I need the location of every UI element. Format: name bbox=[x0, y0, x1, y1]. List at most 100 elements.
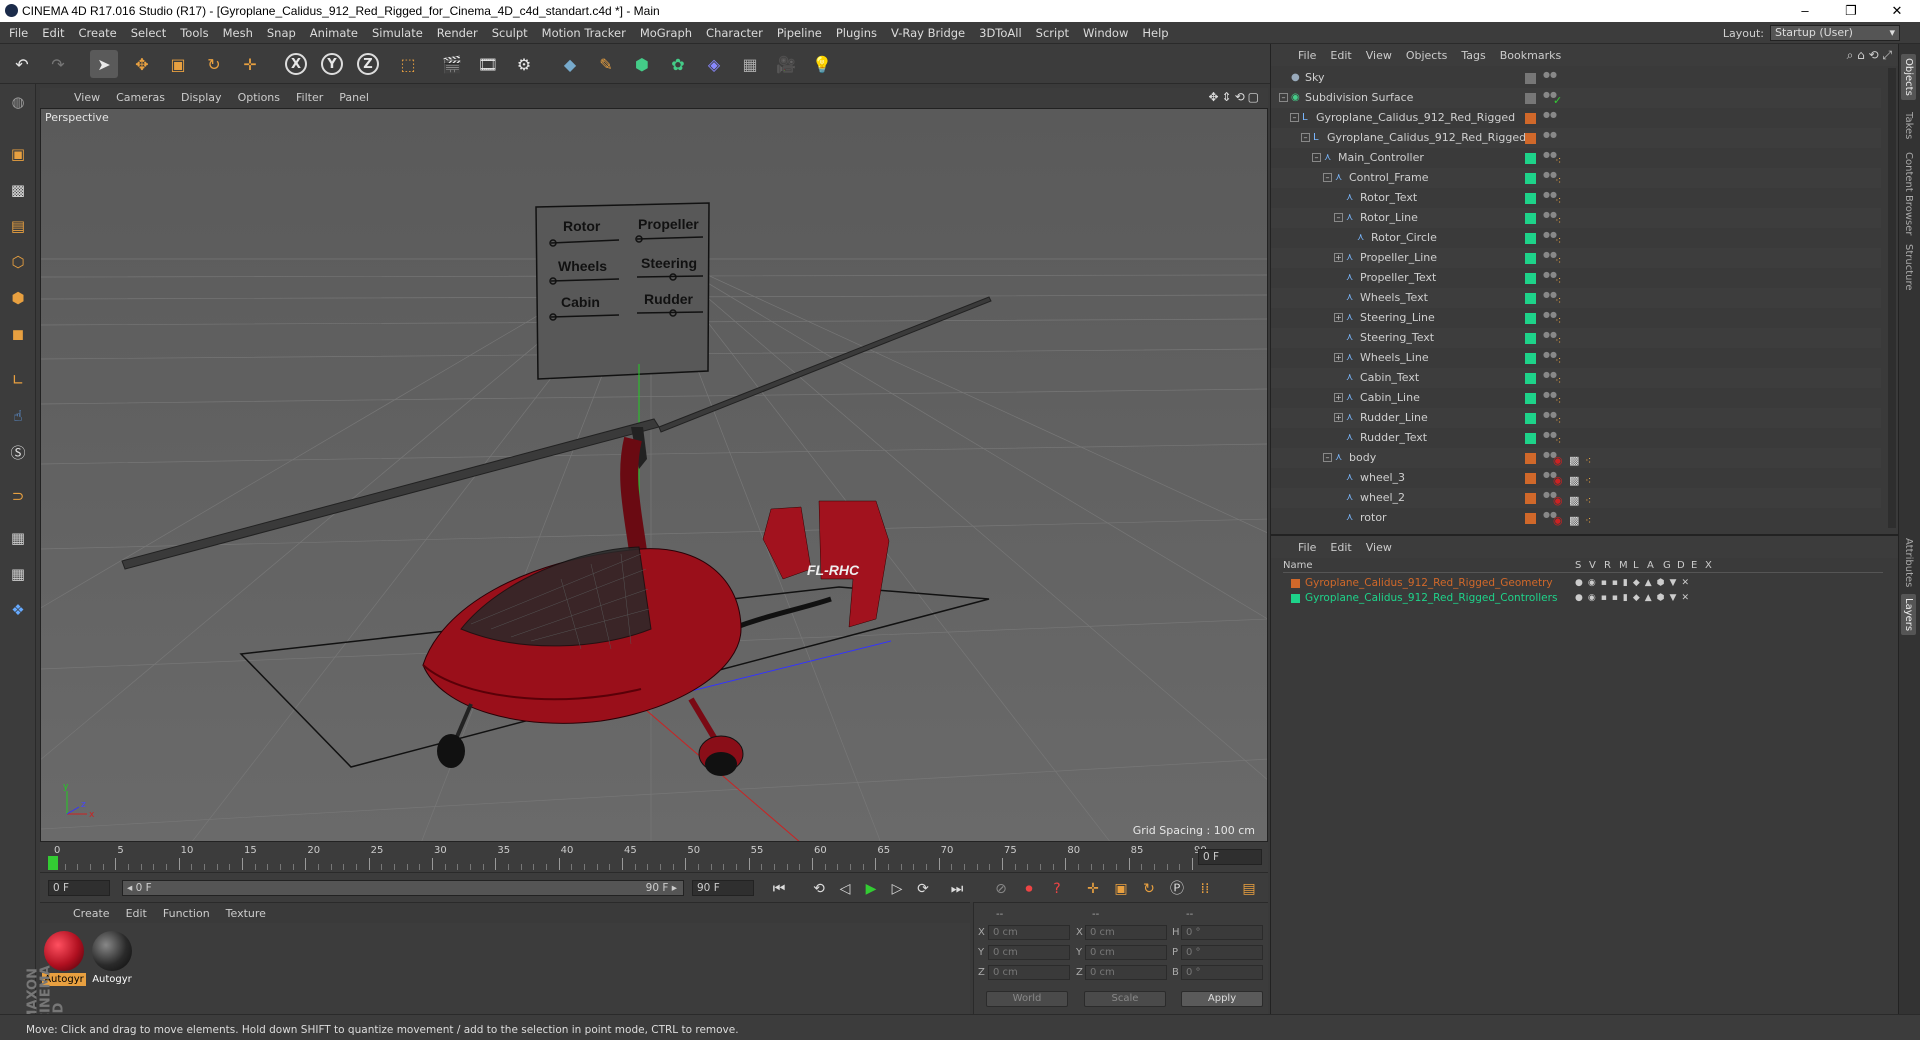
deformer-icon[interactable]: ◈ bbox=[700, 50, 728, 78]
y-axis-lock-icon[interactable]: Y bbox=[318, 50, 346, 78]
collapse-icon[interactable]: – bbox=[1323, 173, 1332, 182]
expand-icon[interactable]: + bbox=[1334, 253, 1343, 262]
viewport-menu-panel[interactable]: Panel bbox=[331, 91, 377, 104]
visibility-dots-icon[interactable]: ●● bbox=[1543, 71, 1557, 85]
visibility-dots-icon[interactable]: ●● bbox=[1543, 211, 1557, 225]
object-row[interactable]: + ⋏ Wheels_Line ●● ⁖ bbox=[1271, 348, 1881, 368]
render-settings-icon[interactable]: ⚙ bbox=[510, 50, 538, 78]
layer-column-g[interactable]: G bbox=[1663, 558, 1671, 573]
position-field[interactable]: 0 cm bbox=[988, 925, 1070, 940]
object-row[interactable]: ⋏ wheel_2 ●● ◉ ▩ ⁖ bbox=[1271, 488, 1881, 508]
layer-column-d[interactable]: D bbox=[1677, 558, 1685, 573]
menu-motion-tracker[interactable]: Motion Tracker bbox=[535, 26, 633, 40]
menu-v-ray-bridge[interactable]: V-Ray Bridge bbox=[884, 26, 972, 40]
layer-color-swatch[interactable] bbox=[1291, 594, 1300, 603]
timeline-ruler[interactable]: 051015202530354045505560657075808590 0 F bbox=[40, 842, 1268, 872]
layer-column-name[interactable]: Name bbox=[1283, 558, 1313, 573]
collapse-icon[interactable]: – bbox=[1334, 213, 1343, 222]
visibility-dots-icon[interactable]: ●● bbox=[1543, 411, 1557, 425]
collapse-icon[interactable]: – bbox=[1279, 93, 1288, 102]
key-pla-icon[interactable]: ⁞⁞ bbox=[1194, 879, 1216, 899]
object-row[interactable]: ⋏ rotor ●● ◉ ▩ ⁖ bbox=[1271, 508, 1881, 528]
size-field[interactable]: 0 cm bbox=[1085, 965, 1167, 980]
menu-simulate[interactable]: Simulate bbox=[365, 26, 430, 40]
visibility-dots-icon[interactable]: ●● bbox=[1543, 171, 1557, 185]
camera-icon[interactable]: 🎥 bbox=[772, 50, 800, 78]
visibility-dots-icon[interactable]: ●● bbox=[1543, 231, 1557, 245]
object-manager-scrollbar[interactable] bbox=[1888, 68, 1896, 528]
layer-column-x[interactable]: X bbox=[1705, 558, 1712, 573]
model-mode-icon[interactable]: ▣ bbox=[4, 140, 32, 168]
visibility-dots-icon[interactable]: ●● bbox=[1543, 451, 1557, 465]
visibility-dots-icon[interactable]: ●● bbox=[1543, 311, 1557, 325]
menu-script[interactable]: Script bbox=[1029, 26, 1076, 40]
menu-plugins[interactable]: Plugins bbox=[829, 26, 884, 40]
object-row[interactable]: ⋏ Rudder_Text ●● ⁖ bbox=[1271, 428, 1881, 448]
layer-row[interactable]: Gyroplane_Calidus_912_Red_Rigged_Control… bbox=[1283, 591, 1883, 606]
object-row[interactable]: + ⋏ Rudder_Line ●● ⁖ bbox=[1271, 408, 1881, 428]
visibility-dots-icon[interactable]: ●● bbox=[1543, 511, 1557, 525]
layer-column-m[interactable]: M bbox=[1619, 558, 1628, 573]
layer-color-swatch[interactable] bbox=[1525, 193, 1536, 204]
play-icon[interactable]: ▶ bbox=[860, 879, 882, 899]
record-keys-off-icon[interactable]: ⊘ bbox=[990, 879, 1012, 899]
object-row[interactable]: ⋏ Rotor_Circle ●● ⁖ bbox=[1271, 228, 1881, 248]
visibility-dots-icon[interactable]: ●● bbox=[1543, 91, 1557, 105]
goto-start-icon[interactable]: ⏮ bbox=[768, 879, 790, 899]
polygons-mode-icon[interactable]: ◼ bbox=[4, 320, 32, 348]
menu-window[interactable]: Window bbox=[1076, 26, 1135, 40]
viewport-menu-filter[interactable]: Filter bbox=[288, 91, 331, 104]
object-manager-search-icon[interactable]: ⌕ ⌂ ⟲ ⤢ bbox=[1847, 48, 1892, 63]
redo-icon[interactable]: ↷ bbox=[44, 50, 72, 78]
expand-icon[interactable]: + bbox=[1334, 353, 1343, 362]
transform-icon[interactable]: ✛ bbox=[236, 50, 264, 78]
end-frame-field[interactable]: 90 F bbox=[692, 880, 754, 896]
menu-create[interactable]: Create bbox=[72, 26, 124, 40]
tab-layers[interactable]: Layers bbox=[1901, 594, 1916, 636]
object-row[interactable]: ⋏ wheel_3 ●● ◉ ▩ ⁖ bbox=[1271, 468, 1881, 488]
layer-column-r[interactable]: R bbox=[1604, 558, 1611, 573]
visibility-dots-icon[interactable]: ●● bbox=[1543, 431, 1557, 445]
object-row[interactable]: – ⋏ body ●● ◉ ▩ ⁖ bbox=[1271, 448, 1881, 468]
material-menu-texture[interactable]: Texture bbox=[218, 907, 274, 920]
playhead-marker[interactable] bbox=[48, 856, 58, 870]
menu-character[interactable]: Character bbox=[699, 26, 770, 40]
object-row[interactable]: – ⋏ Control_Frame ●● ⁖ bbox=[1271, 168, 1881, 188]
x-axis-lock-icon[interactable]: X bbox=[282, 50, 310, 78]
start-frame-field[interactable]: 0 F bbox=[48, 880, 110, 896]
timeline-window-icon[interactable]: ▤ bbox=[1238, 879, 1260, 899]
tweak-icon[interactable]: ☝ bbox=[4, 402, 32, 430]
object-row[interactable]: + ⋏ Steering_Line ●● ⁖ bbox=[1271, 308, 1881, 328]
record-active-icon[interactable]: ⏺ bbox=[1018, 879, 1040, 899]
object-menu-bookmarks[interactable]: Bookmarks bbox=[1493, 49, 1568, 62]
visibility-dots-icon[interactable]: ●● bbox=[1543, 291, 1557, 305]
visibility-dots-icon[interactable]: ●● bbox=[1543, 371, 1557, 385]
cube-icon[interactable]: ◆ bbox=[556, 50, 584, 78]
render-picture-viewer-icon[interactable]: 🎞 bbox=[474, 50, 502, 78]
menu-snap[interactable]: Snap bbox=[260, 26, 303, 40]
expand-icon[interactable]: + bbox=[1334, 313, 1343, 322]
material-swatch[interactable]: Autogyr bbox=[90, 929, 134, 987]
object-menu-view[interactable]: View bbox=[1359, 49, 1399, 62]
menu-3dtoall[interactable]: 3DToAll bbox=[972, 26, 1029, 40]
rotate-icon[interactable]: ↻ bbox=[200, 50, 228, 78]
pen-spline-icon[interactable]: ✎ bbox=[592, 50, 620, 78]
layer-color-swatch[interactable] bbox=[1525, 153, 1536, 164]
expand-icon[interactable]: + bbox=[1334, 413, 1343, 422]
material-menu-function[interactable]: Function bbox=[155, 907, 218, 920]
light-icon[interactable]: 💡 bbox=[808, 50, 836, 78]
visibility-dots-icon[interactable]: ●● bbox=[1543, 491, 1557, 505]
layer-color-swatch[interactable] bbox=[1525, 313, 1536, 324]
goto-next-key-icon[interactable]: ⟳ bbox=[912, 879, 934, 899]
tab-takes[interactable]: Takes bbox=[1901, 108, 1916, 143]
menu-tools[interactable]: Tools bbox=[173, 26, 215, 40]
render-view-icon[interactable]: 🎬 bbox=[438, 50, 466, 78]
coord-system-icon[interactable]: ⬚ bbox=[394, 50, 422, 78]
layer-column-a[interactable]: A bbox=[1647, 558, 1654, 573]
layer-color-swatch[interactable] bbox=[1525, 433, 1536, 444]
magnet-icon[interactable]: ⊃ bbox=[4, 482, 32, 510]
rotation-field[interactable]: 0 ° bbox=[1181, 965, 1263, 980]
tab-objects[interactable]: Objects bbox=[1901, 54, 1916, 100]
rotation-field[interactable]: 0 ° bbox=[1181, 945, 1263, 960]
move-icon[interactable]: ✥ bbox=[128, 50, 156, 78]
